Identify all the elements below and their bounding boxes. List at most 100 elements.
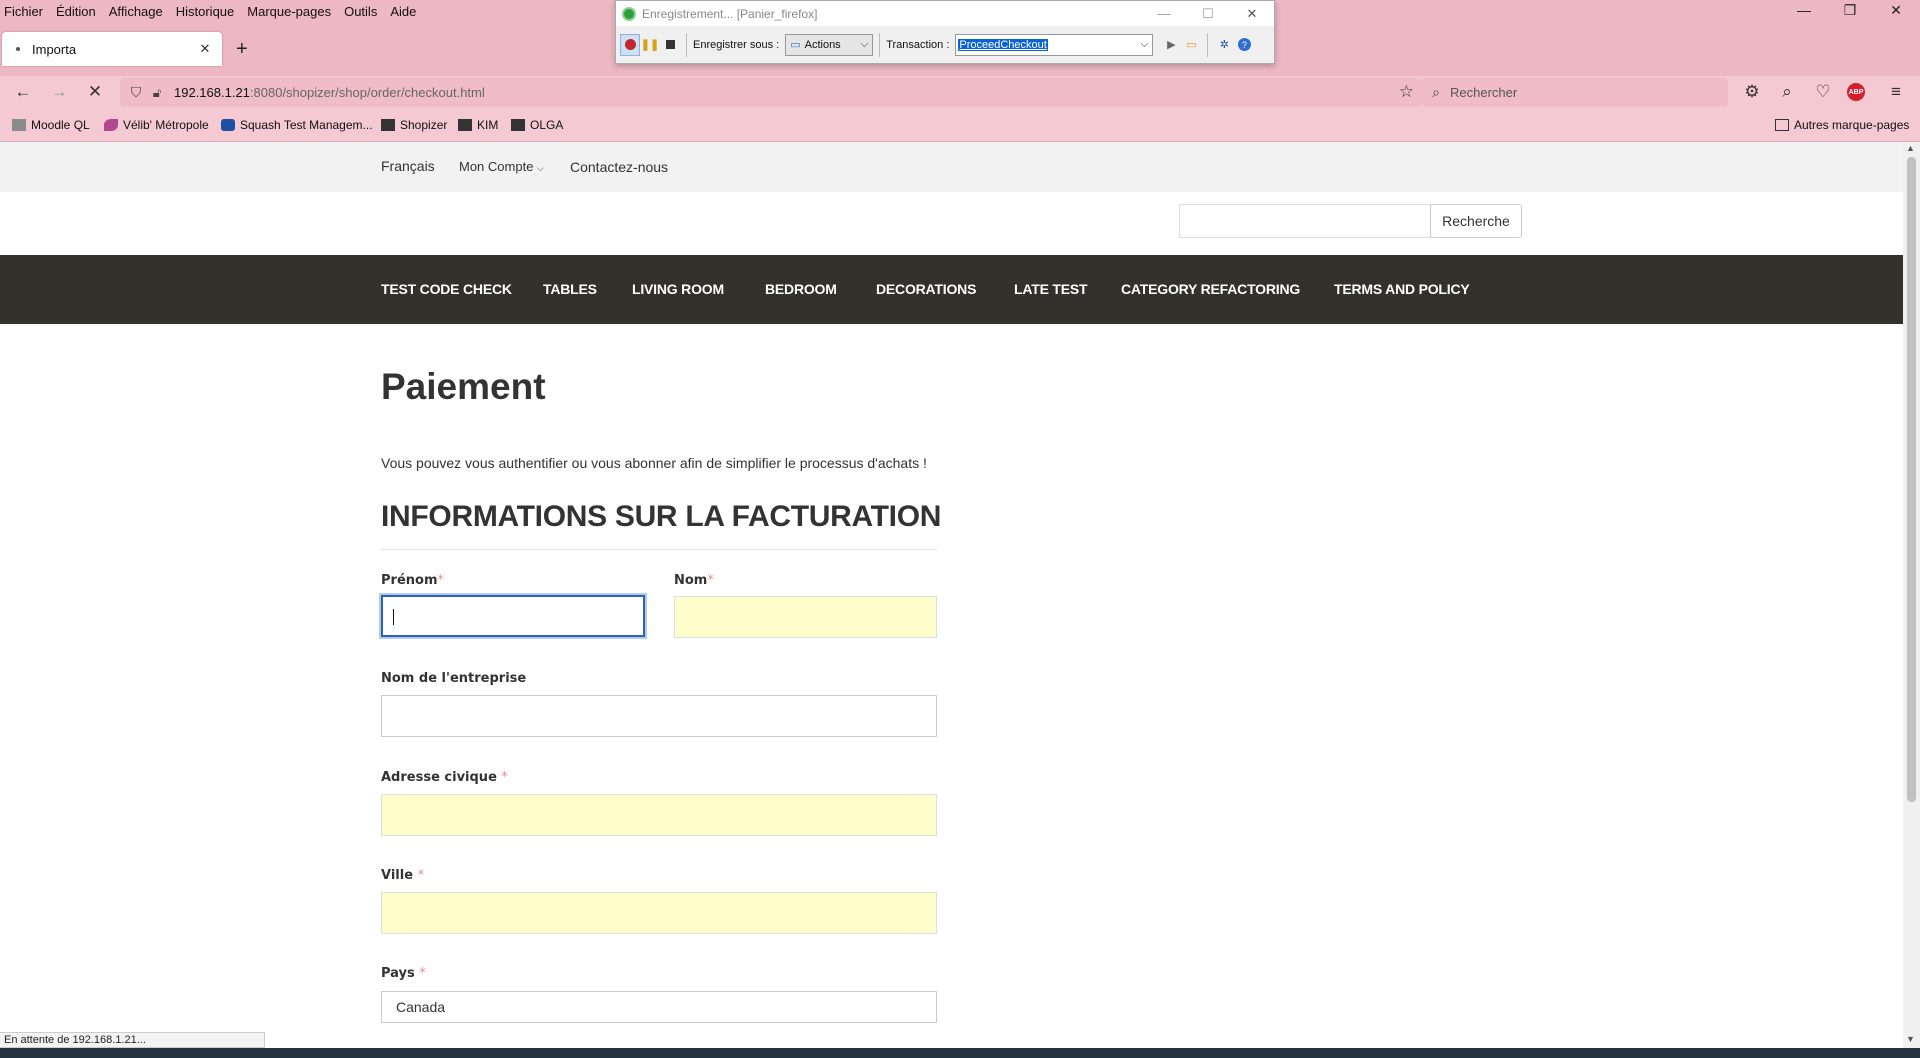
page-scrollbar[interactable]: ▲ ▼ (1903, 142, 1920, 1048)
menu-marque-pages[interactable]: Marque-pages (247, 4, 331, 19)
scrollbar-thumb[interactable] (1907, 157, 1916, 802)
transaction-combo[interactable]: ProceedCheckout ⌵ (955, 33, 1154, 56)
transaction-label: Transaction : (886, 38, 950, 51)
recorder-title: Enregistrement... [Panier_firefox] (642, 6, 818, 21)
stop-loading-icon[interactable]: ✕ (83, 82, 107, 102)
pause-button[interactable]: ❚❚ (640, 34, 660, 56)
url-bar[interactable]: ⛉ 🔓︎ 192.168.1.21:8080/shopizer/shop/ord… (120, 78, 1422, 107)
tab-close-icon[interactable]: ✕ (196, 41, 214, 57)
category-test-code-check[interactable]: TEST CODE CHECK (381, 281, 512, 297)
company-label: Nom de l'entreprise (381, 671, 527, 686)
save-under-label: Enregistrer sous : (693, 38, 780, 51)
bookmark-item[interactable]: Moodle QL (12, 118, 90, 132)
back-icon[interactable]: ← (11, 82, 35, 102)
adblock-icon[interactable]: ABP (1847, 83, 1871, 101)
address-input[interactable] (381, 794, 937, 836)
folder-icon: ▭ (790, 39, 801, 51)
insecure-lock-icon[interactable]: 🔓︎ (146, 85, 168, 101)
velib-icon (104, 119, 118, 131)
menu-aide[interactable]: Aide (390, 4, 416, 19)
scroll-down-icon[interactable]: ▼ (1906, 1034, 1915, 1044)
save-under-select[interactable]: ▭ Actions ⌵ (785, 33, 874, 56)
divider (381, 549, 937, 550)
country-label: Pays * (381, 966, 426, 981)
category-decorations[interactable]: DECORATIONS (876, 281, 976, 297)
other-bookmarks[interactable]: Autres marque-pages (1775, 118, 1909, 132)
menu-historique[interactable]: Historique (176, 4, 235, 19)
tracking-shield-icon[interactable]: ⛉ (126, 84, 146, 101)
gear-icon[interactable]: ⚙ (1740, 82, 1764, 102)
category-terms-and-policy[interactable]: TERMS AND POLICY (1334, 281, 1470, 297)
folder-icon (1775, 119, 1789, 131)
contact-link[interactable]: Contactez-nous (570, 159, 668, 175)
country-select[interactable]: Canada (381, 991, 937, 1023)
site-search-button[interactable]: Recherche (1430, 204, 1522, 238)
capture-icon[interactable]: ✲ (1214, 34, 1234, 56)
chevron-down-icon: ⌵ (537, 163, 544, 173)
my-account-dropdown[interactable]: Mon Compte ⌵ (459, 159, 544, 174)
city-label: Ville * (381, 868, 425, 883)
language-link[interactable]: Français (381, 158, 435, 174)
window-restore-button[interactable]: ❐ (1830, 2, 1870, 19)
play-icon[interactable]: ▶ (1161, 34, 1181, 56)
recorder-maximize-button[interactable]: ☐ (1186, 6, 1230, 22)
window-close-button[interactable]: ✕ (1876, 2, 1916, 19)
search-icon[interactable]: ⌕ (1775, 82, 1799, 102)
record-icon (624, 39, 636, 50)
company-input[interactable] (381, 695, 937, 737)
search-placeholder: Rechercher (1450, 85, 1518, 100)
category-living-room[interactable]: LIVING ROOM (632, 281, 724, 297)
bookmark-item[interactable]: OLGA (511, 118, 563, 132)
city-input[interactable] (381, 892, 937, 934)
menu-affichage[interactable]: Affichage (109, 4, 163, 19)
tab-title: Importa (32, 41, 77, 57)
tab-active[interactable]: Importa ✕ (2, 32, 222, 66)
category-tables[interactable]: TABLES (543, 281, 597, 297)
category-refactoring[interactable]: CATEGORY REFACTORING (1121, 281, 1300, 297)
new-tab-button[interactable]: + (236, 38, 248, 61)
search-icon: ⌕ (1432, 84, 1440, 100)
forward-icon[interactable]: → (47, 82, 71, 102)
page-viewport: Français Mon Compte ⌵ Contactez-nous Rec… (0, 142, 1903, 1048)
category-late-test[interactable]: LATE TEST (1014, 281, 1088, 297)
stop-icon (665, 40, 675, 49)
recorder-window: Enregistrement... [Panier_firefox] — ☐ ✕… (615, 0, 1275, 64)
loading-dot-icon (16, 47, 20, 51)
menu-outils[interactable]: Outils (344, 4, 377, 19)
recorder-close-button[interactable]: ✕ (1230, 6, 1274, 22)
record-button[interactable] (620, 33, 640, 56)
site-top-bar: Français Mon Compte ⌵ Contactez-nous (0, 142, 1903, 192)
bookmark-item[interactable]: Squash Test Managem... (221, 118, 373, 132)
category-bedroom[interactable]: BEDROOM (765, 281, 837, 297)
site-search-input[interactable] (1179, 204, 1431, 238)
first-name-input[interactable] (381, 595, 645, 637)
stop-button[interactable] (660, 34, 680, 56)
bookmark-star-icon[interactable]: ☆ (1399, 82, 1414, 102)
bookmarks-bar: Moodle QL Vélib' Métropole Squash Test M… (0, 109, 1920, 142)
bookmark-item[interactable]: Vélib' Métropole (104, 118, 209, 132)
bookmark-item[interactable]: KIM (458, 118, 498, 132)
open-folder-icon[interactable]: ▭ (1181, 34, 1201, 56)
chevron-down-icon: ⌵ (860, 39, 869, 50)
scroll-up-icon[interactable]: ▲ (1906, 143, 1915, 153)
folder-icon (458, 119, 472, 131)
recorder-toolbar: ❚❚ Enregistrer sous : ▭ Actions ⌵ Transa… (616, 26, 1274, 63)
first-name-label: Prénom* (381, 573, 444, 588)
menu-fichier[interactable]: Fichier (4, 4, 43, 19)
hamburger-menu-icon[interactable]: ≡ (1884, 82, 1908, 102)
last-name-input[interactable] (674, 596, 937, 638)
chevron-down-icon[interactable]: ⌵ (1137, 39, 1153, 50)
os-taskbar (0, 1048, 1920, 1058)
window-minimize-button[interactable]: — (1784, 2, 1824, 18)
last-name-label: Nom* (674, 573, 714, 588)
site-search: Recherche (1179, 204, 1522, 238)
bookmark-item[interactable]: Shopizer (381, 118, 447, 132)
search-bar[interactable]: ⌕ Rechercher (1422, 78, 1728, 107)
recorder-minimize-button[interactable]: — (1142, 6, 1186, 21)
separator (879, 32, 881, 57)
moodle-icon (12, 119, 26, 131)
pocket-icon[interactable]: ♡ (1811, 82, 1835, 102)
folder-icon (381, 119, 395, 131)
menu-edition[interactable]: Édition (56, 4, 96, 19)
help-icon[interactable]: ? (1234, 34, 1254, 56)
